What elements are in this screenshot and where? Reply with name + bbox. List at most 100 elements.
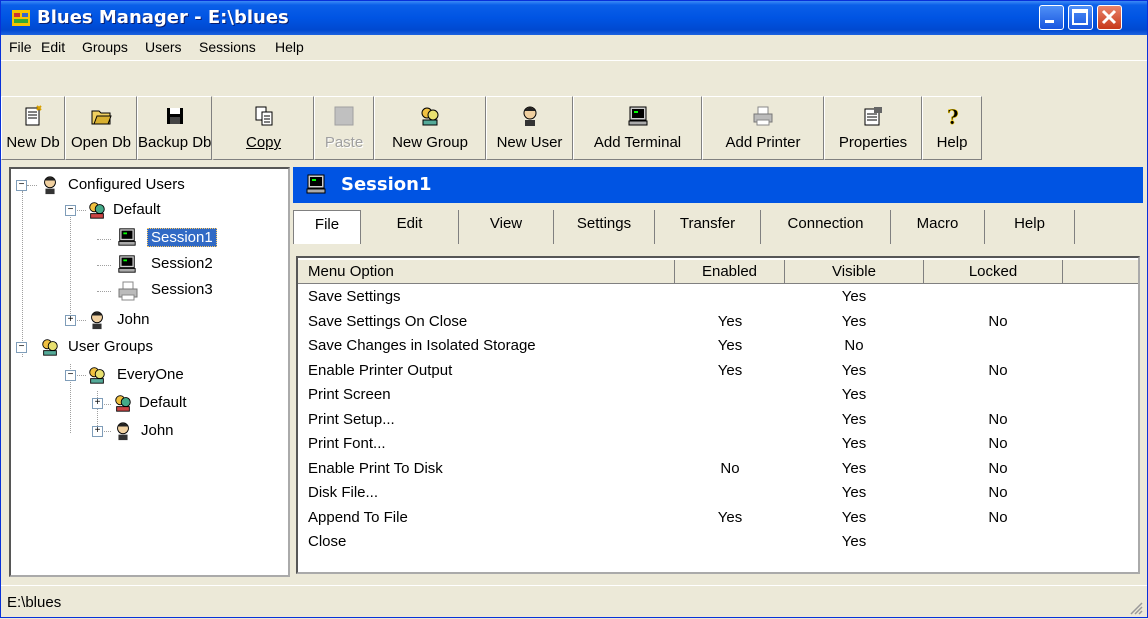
group-icon (89, 367, 105, 384)
paste-label: Paste (324, 134, 364, 151)
properties-button[interactable]: Properties (824, 96, 922, 160)
table-row[interactable]: Append To File Yes Yes No (298, 507, 1138, 531)
cell-menu-option: Save Changes in Isolated Storage (308, 337, 536, 354)
menu-users[interactable]: Users (145, 39, 182, 55)
table-row[interactable]: Disk File... Yes No (298, 482, 1138, 506)
cell-menu-option: Print Setup... (308, 410, 395, 428)
close-button[interactable] (1097, 5, 1122, 30)
open-db-label: Open Db (70, 134, 132, 151)
copy-label: Copy (245, 134, 282, 151)
cell-locked: No (988, 508, 1008, 526)
terminal-icon (118, 255, 136, 273)
title-bar[interactable]: Blues Manager - E:\blues (1, 1, 1147, 35)
menu-groups[interactable]: Groups (82, 39, 128, 55)
tab-connection[interactable]: Connection (761, 210, 891, 244)
table-row[interactable]: Save Changes in Isolated Storage Yes No (298, 335, 1138, 359)
collapse-toggle[interactable]: − (65, 370, 76, 381)
new-group-button[interactable]: New Group (374, 96, 486, 160)
floppy-disk-icon (166, 108, 183, 124)
window-title: Blues Manager - E:\blues (37, 7, 289, 28)
add-printer-button[interactable]: Add Printer (702, 96, 824, 160)
cell-enabled: Yes (717, 508, 743, 526)
backup-db-button[interactable]: Backup Db (137, 96, 212, 160)
expand-toggle[interactable]: + (65, 315, 76, 326)
new-user-button[interactable]: New User (486, 96, 573, 160)
close-icon (1101, 9, 1117, 25)
table-row[interactable]: Save Settings On Close Yes Yes No (298, 311, 1138, 335)
tab-file[interactable]: File (293, 210, 361, 244)
status-path: E:\blues (7, 594, 62, 611)
menu-help[interactable]: Help (275, 39, 304, 55)
group-icon (89, 202, 105, 219)
tab-settings[interactable]: Settings (554, 210, 655, 244)
table-row[interactable]: Print Font... Yes No (298, 433, 1138, 457)
column-header-visible[interactable]: Visible (785, 260, 924, 284)
tree-node-label: Default (113, 201, 161, 218)
table-row[interactable]: Enable Print To Disk No Yes No (298, 458, 1138, 482)
help-icon: ? (947, 105, 959, 127)
svg-text:?: ? (947, 105, 959, 127)
new-db-button[interactable]: New Db (1, 96, 65, 160)
tree-node-label: Session2 (151, 255, 213, 272)
terminal-icon (306, 174, 326, 194)
open-db-button[interactable]: Open Db (65, 96, 137, 160)
tab-help[interactable]: Help (985, 210, 1075, 244)
properties-label: Properties (838, 134, 908, 151)
cell-menu-option: Close (308, 533, 347, 550)
paste-button[interactable]: Paste (314, 96, 374, 160)
tab-transfer[interactable]: Transfer (655, 210, 761, 244)
group-icon (42, 339, 58, 356)
table-row[interactable]: Print Setup... Yes No (298, 409, 1138, 433)
tab-view[interactable]: View (459, 210, 554, 244)
table-row[interactable]: Enable Printer Output Yes Yes No (298, 360, 1138, 384)
menu-sessions[interactable]: Sessions (199, 39, 256, 55)
add-terminal-button[interactable]: Add Terminal (573, 96, 702, 160)
table-row[interactable]: Close Yes (298, 531, 1138, 555)
expand-toggle[interactable]: + (92, 398, 103, 409)
help-button[interactable]: ? Help (922, 96, 982, 160)
properties-icon (864, 107, 882, 126)
cell-visible: No (844, 337, 864, 354)
menu-edit[interactable]: Edit (41, 39, 65, 55)
tree-node-label: EveryOne (117, 366, 184, 383)
collapse-toggle[interactable]: − (16, 180, 27, 191)
collapse-toggle[interactable]: − (16, 342, 27, 353)
toolbar: New Db Open Db Backup Db Copy Paste New … (1, 62, 1147, 165)
cell-locked: No (988, 361, 1008, 379)
cell-locked: No (988, 459, 1008, 477)
cell-visible: Yes (841, 484, 867, 501)
cell-menu-option: Enable Printer Output (308, 361, 453, 379)
new-db-label: New Db (6, 134, 60, 151)
tree-view[interactable]: − Configured Users − Default Session1 Se… (9, 167, 290, 577)
cell-enabled: Yes (717, 312, 743, 330)
expand-toggle[interactable]: + (92, 426, 103, 437)
new-db-icon (25, 105, 42, 126)
tab-edit[interactable]: Edit (361, 210, 459, 244)
collapse-toggle[interactable]: − (65, 205, 76, 216)
table-row[interactable]: Print Screen Yes (298, 384, 1138, 408)
user-icon (91, 311, 103, 330)
group-icon (421, 107, 439, 126)
column-header-menu-option[interactable]: Menu Option (298, 260, 675, 284)
column-header-enabled[interactable]: Enabled (675, 260, 785, 284)
tree-node-label: Session1 (147, 228, 217, 247)
table-row[interactable]: Save Settings Yes (298, 286, 1138, 310)
copy-button[interactable]: Copy (212, 96, 314, 160)
column-header-locked[interactable]: Locked (924, 260, 1063, 284)
tab-macro[interactable]: Macro (891, 210, 985, 244)
menu-options-table[interactable]: Menu Option Enabled Visible Locked Save … (296, 256, 1140, 574)
new-group-label: New Group (392, 134, 468, 151)
app-icon (12, 10, 30, 26)
resize-grip-icon[interactable] (1129, 601, 1143, 615)
cell-menu-option: Save Settings (308, 288, 401, 305)
cell-visible: Yes (841, 386, 867, 403)
group-icon (115, 395, 131, 412)
menu-file[interactable]: File (9, 39, 32, 55)
cell-visible: Yes (841, 410, 867, 428)
cell-visible: Yes (841, 288, 867, 305)
user-icon (117, 422, 129, 441)
maximize-button[interactable] (1068, 5, 1093, 30)
terminal-icon (628, 106, 647, 126)
minimize-button[interactable] (1039, 5, 1064, 30)
cell-enabled: No (720, 459, 740, 477)
